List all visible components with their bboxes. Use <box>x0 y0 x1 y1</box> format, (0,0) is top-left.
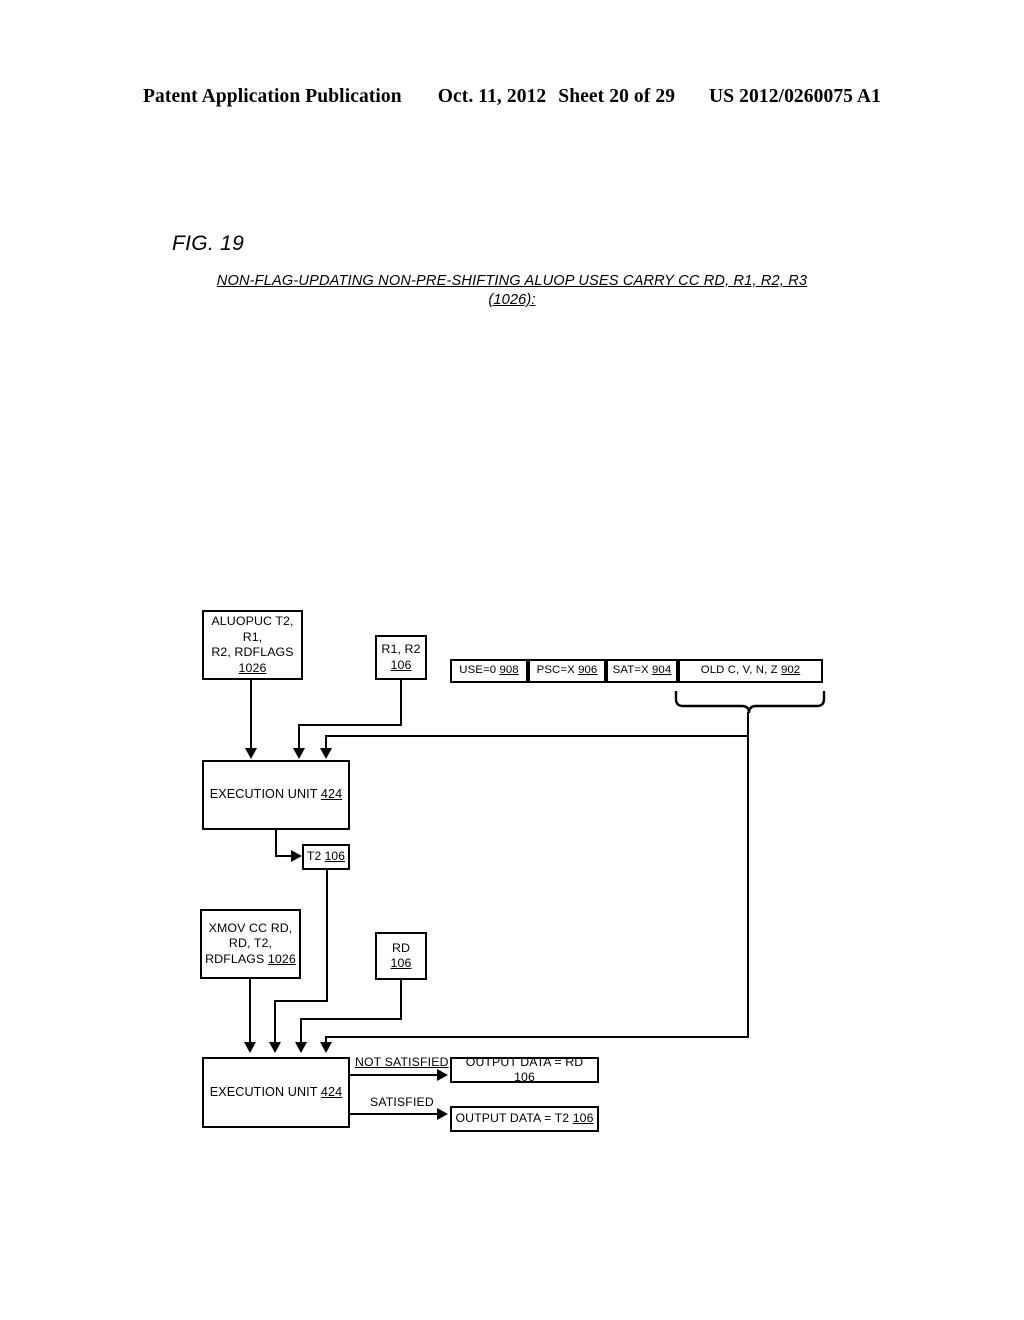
output-data-rd-ref: 106 <box>514 1070 535 1084</box>
figure-title-line-1: NON-FLAG-UPDATING NON-PRE-SHIFTING ALUOP… <box>216 273 808 289</box>
t2-result-text: T2 <box>307 849 325 864</box>
old-flags-brace <box>674 691 826 714</box>
wire-rd-down <box>400 980 402 1020</box>
aluopuc-instruction-box: ALUOPUC T2, R1, R2, RDFLAGS 1026 <box>202 610 303 680</box>
wire-satisfied <box>350 1113 442 1115</box>
flag-cell-sat-label: SAT=X <box>612 664 649 677</box>
execution-unit-1-text: EXECUTION UNIT <box>209 787 321 802</box>
figure-title: NON-FLAG-UPDATING NON-PRE-SHIFTING ALUOP… <box>150 272 874 310</box>
flag-cell-sat-ref: 904 <box>652 664 672 677</box>
r1-r2-operand-ref: 106 <box>390 657 412 672</box>
page-header: Patent Application Publication Oct. 11, 2… <box>0 86 1024 108</box>
wire-xmov-to-exec2 <box>249 979 251 1045</box>
edge-label-satisfied: SATISFIED <box>370 1095 434 1109</box>
flag-cell-old-flags-label: OLD C, V, N, Z <box>700 664 778 677</box>
execution-unit-2-text: EXECUTION UNIT <box>209 1084 321 1099</box>
rd-operand-ref: 106 <box>390 956 412 970</box>
wire-rd-into-exec2 <box>300 1018 302 1045</box>
rd-operand-text: RD <box>391 940 411 955</box>
flag-cell-psc-label: PSC=X <box>536 664 575 677</box>
flag-cell-use-ref: 908 <box>499 664 519 677</box>
wire-r1r2-left <box>298 724 402 726</box>
flag-cell-old-flags: OLD C, V, N, Z 902 <box>678 659 823 683</box>
header-sheet: Sheet 20 of 29 <box>558 86 676 107</box>
r1-r2-operand-text: R1, R2 <box>381 642 421 656</box>
flag-cell-sat: SAT=X 904 <box>606 659 678 683</box>
execution-unit-1-ref: 424 <box>320 787 343 802</box>
arrowhead-flags-to-exec2 <box>320 1042 332 1053</box>
flag-cell-use: USE=0 908 <box>450 659 528 683</box>
wire-aluopuc-to-exec1 <box>250 680 252 752</box>
patent-figure-page: Patent Application Publication Oct. 11, 2… <box>0 0 1024 1320</box>
t2-result-box: T2 106 <box>302 844 350 870</box>
rd-operand-box: RD 106 <box>375 932 427 980</box>
xmov-instruction-box: XMOV CC RD, RD, T2, RDFLAGS 1026 <box>200 909 301 979</box>
wire-rd-left <box>300 1018 402 1020</box>
arrowhead-not-satisfied <box>437 1069 448 1081</box>
flag-cell-use-label: USE=0 <box>459 664 497 677</box>
header-patent-number: US 2012/0260075 A1 <box>709 86 881 107</box>
wire-t2-down <box>326 870 328 1002</box>
arrowhead-aluopuc-to-exec1 <box>245 748 257 759</box>
output-data-t2-text: OUTPUT DATA = T2 <box>455 1111 573 1126</box>
flag-cell-psc: PSC=X 906 <box>528 659 606 683</box>
wire-flags-stem <box>747 712 749 1038</box>
arrowhead-rd-to-exec2 <box>295 1042 307 1053</box>
flag-cell-psc-ref: 906 <box>578 664 598 677</box>
wire-flags-to-exec1-horizontal <box>325 735 749 737</box>
wire-t2-into-exec2 <box>274 1000 276 1045</box>
execution-unit-1-box: EXECUTION UNIT 424 <box>202 760 350 830</box>
arrowhead-t2-to-exec2 <box>269 1042 281 1053</box>
arrowhead-flags-to-exec1 <box>320 748 332 759</box>
arrowhead-satisfied <box>437 1108 448 1120</box>
wire-not-satisfied <box>350 1074 442 1076</box>
execution-unit-2-box: EXECUTION UNIT 424 <box>202 1057 350 1128</box>
figure-label: FIG. 19 <box>172 232 245 255</box>
wire-r1r2-down <box>400 680 402 726</box>
figure-title-line-2: (1026): <box>488 292 536 308</box>
xmov-instruction-ref: 1026 <box>267 951 296 966</box>
aluopuc-instruction-text: ALUOPUC T2, R1, R2, RDFLAGS <box>211 614 294 659</box>
output-data-t2-ref: 106 <box>572 1111 594 1126</box>
wire-flags-to-exec2-horizontal <box>325 1036 749 1038</box>
t2-result-ref: 106 <box>324 849 345 864</box>
arrowhead-r1r2-to-exec1 <box>293 748 305 759</box>
output-data-t2-box: OUTPUT DATA = T2 106 <box>450 1106 599 1132</box>
arrowhead-xmov-to-exec2 <box>244 1042 256 1053</box>
wire-exec1-to-t2-vertical <box>275 830 277 857</box>
flag-cell-old-flags-ref: 902 <box>780 664 801 677</box>
execution-unit-2-ref: 424 <box>320 1084 343 1099</box>
edge-label-not-satisfied: NOT SATISFIED <box>355 1055 449 1069</box>
header-date: Oct. 11, 2012 <box>437 86 547 107</box>
output-data-rd-text: OUTPUT DATA = RD <box>465 1054 584 1069</box>
arrowhead-exec1-to-t2 <box>291 850 302 862</box>
aluopuc-instruction-ref: 1026 <box>238 660 267 675</box>
output-data-rd-box: OUTPUT DATA = RD 106 <box>450 1054 599 1084</box>
r1-r2-operand-box: R1, R2 106 <box>375 635 427 680</box>
header-publication: Patent Application Publication <box>143 86 402 107</box>
wire-t2-left <box>274 1000 328 1002</box>
